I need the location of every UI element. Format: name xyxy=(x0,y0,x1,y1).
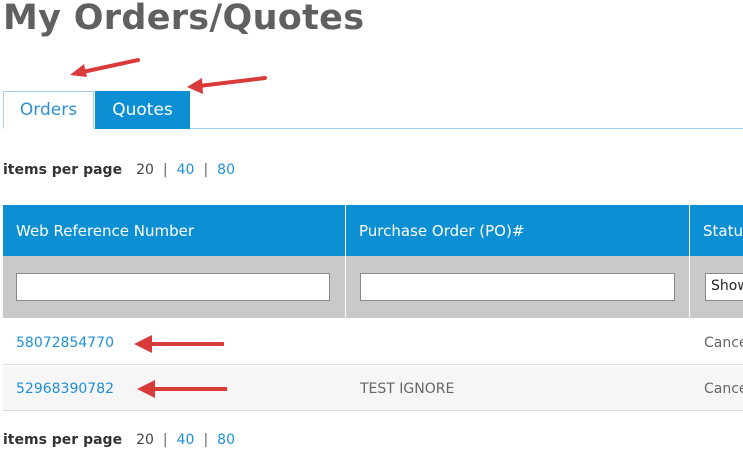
page-title: My Orders/Quotes xyxy=(3,0,365,38)
table-row: 52968390782 TEST IGNORE Cancelled xyxy=(3,366,743,411)
table-row: 58072854770 Cancelled xyxy=(3,320,743,365)
page-size-40-link[interactable]: 40 xyxy=(177,162,195,178)
status-cell: Cancelled xyxy=(704,334,743,351)
filter-row: Show xyxy=(3,256,743,318)
table-header: Web Reference Number Purchase Order (PO)… xyxy=(3,205,743,256)
pager-separator: | xyxy=(162,162,168,178)
status-filter-select[interactable]: Show xyxy=(705,273,743,301)
items-per-page-label: items per page xyxy=(3,162,123,178)
items-per-page-bottom: items per page 20 | 40 | 80 xyxy=(3,432,235,448)
tab-orders[interactable]: Orders xyxy=(3,91,94,129)
pager-separator: | xyxy=(203,162,209,178)
column-header-status[interactable]: Status xyxy=(690,205,743,256)
orders-quotes-page: My Orders/Quotes Orders Quotes items per… xyxy=(0,0,743,454)
web-reference-filter-input[interactable] xyxy=(16,273,330,301)
annotation-arrow-icon xyxy=(187,76,267,94)
tab-quotes[interactable]: Quotes xyxy=(95,91,190,129)
purchase-order-filter-input[interactable] xyxy=(360,273,675,301)
web-reference-cell: 58072854770 xyxy=(16,320,114,365)
column-header-purchase-order[interactable]: Purchase Order (PO)# xyxy=(346,205,689,256)
annotation-arrow-icon xyxy=(70,58,140,77)
column-divider xyxy=(689,205,690,318)
page-size-20: 20 xyxy=(136,162,154,178)
page-size-80-link[interactable]: 80 xyxy=(217,432,235,448)
column-header-web-reference[interactable]: Web Reference Number xyxy=(3,205,345,256)
web-reference-cell: 52968390782 xyxy=(16,366,114,411)
page-size-20: 20 xyxy=(136,432,154,448)
purchase-order-cell: TEST IGNORE xyxy=(360,380,455,397)
web-reference-link[interactable]: 52968390782 xyxy=(16,381,114,397)
pager-separator: | xyxy=(162,432,168,448)
items-per-page-top: items per page 20 | 40 | 80 xyxy=(3,162,235,178)
column-divider xyxy=(345,205,346,318)
web-reference-link[interactable]: 58072854770 xyxy=(16,335,114,351)
pager-separator: | xyxy=(203,432,209,448)
items-per-page-label: items per page xyxy=(3,432,123,448)
page-size-80-link[interactable]: 80 xyxy=(217,162,235,178)
page-size-40-link[interactable]: 40 xyxy=(177,432,195,448)
status-cell: Cancelled xyxy=(704,380,743,397)
